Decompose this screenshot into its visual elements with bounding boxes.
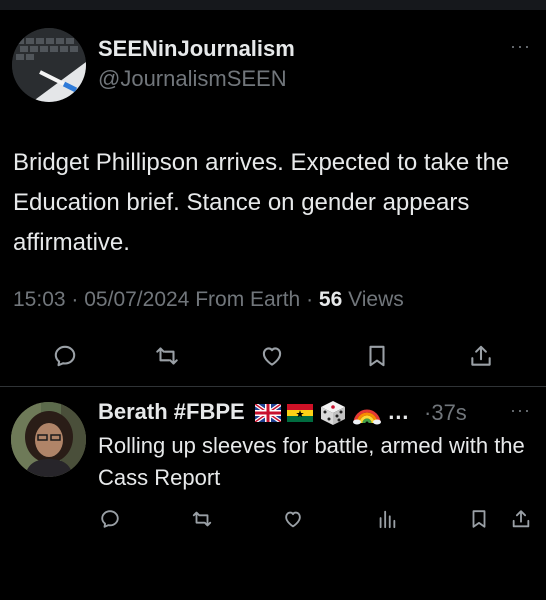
name-ellipsis: … <box>387 399 410 424</box>
reply-more-options-button[interactable]: ··· <box>510 400 531 421</box>
reply-action-bar <box>0 506 546 532</box>
reply-time: 37s <box>431 400 467 425</box>
retweet-icon <box>156 347 178 365</box>
reply-bookmark-button[interactable] <box>466 506 492 532</box>
more-options-button[interactable]: ··· <box>510 36 531 57</box>
retweet-button[interactable] <box>152 341 182 371</box>
share-button[interactable] <box>466 341 496 371</box>
views-label: Views <box>348 288 404 311</box>
like-icon <box>285 511 301 528</box>
reply-author-name-text: Berath #FBPE <box>98 399 245 424</box>
top-bar <box>0 0 546 10</box>
ghana-flag-icon <box>286 404 313 423</box>
separator: · <box>306 288 314 311</box>
reply-retweet-button[interactable] <box>189 506 215 532</box>
tweet-time[interactable]: 15:03 <box>13 288 66 311</box>
tweet-source: From Earth <box>195 288 301 311</box>
tweet-date[interactable]: 05/07/2024 <box>84 288 189 311</box>
bookmark-button[interactable] <box>362 341 392 371</box>
tweet-meta: 15:03 · 05/07/2024 From Earth · 56 Views <box>13 288 404 312</box>
reply-author-name[interactable]: Berath #FBPE … <box>98 399 409 426</box>
bookmark-icon <box>369 345 385 367</box>
keyboard-pen-image <box>12 28 86 102</box>
tweet-text: Bridget Phillipson arrives. Expected to … <box>13 149 510 256</box>
reply-icon <box>101 510 119 528</box>
tweet-action-bar <box>0 341 546 371</box>
reply-views-button[interactable] <box>374 506 400 532</box>
reply-like-button[interactable] <box>280 506 306 532</box>
author-name[interactable]: SEENinJournalism <box>98 36 295 62</box>
share-icon <box>512 510 530 528</box>
bookmark-icon <box>472 510 486 528</box>
reply-reply-button[interactable] <box>97 506 123 532</box>
rainbow-icon <box>353 401 382 425</box>
like-button[interactable] <box>257 341 287 371</box>
reply-timestamp[interactable]: ·37s <box>424 400 467 426</box>
divider <box>0 386 546 387</box>
author-avatar[interactable] <box>12 28 86 102</box>
separator: · <box>71 288 79 311</box>
views-count: 56 <box>318 288 343 311</box>
share-icon <box>471 345 491 366</box>
reply-icon <box>54 345 76 367</box>
views-icon <box>379 510 396 529</box>
reply-text: Rolling up sleeves for battle, armed wit… <box>98 433 525 490</box>
reply-button[interactable] <box>50 341 80 371</box>
reply-author-avatar[interactable] <box>11 402 86 477</box>
uk-flag-icon <box>254 404 281 423</box>
dice-icon <box>319 400 347 426</box>
like-icon <box>262 347 282 366</box>
reply-share-button[interactable] <box>508 506 534 532</box>
author-handle[interactable]: @JournalismSEEN <box>98 66 287 92</box>
retweet-icon <box>192 511 212 527</box>
person-photo <box>11 402 86 477</box>
